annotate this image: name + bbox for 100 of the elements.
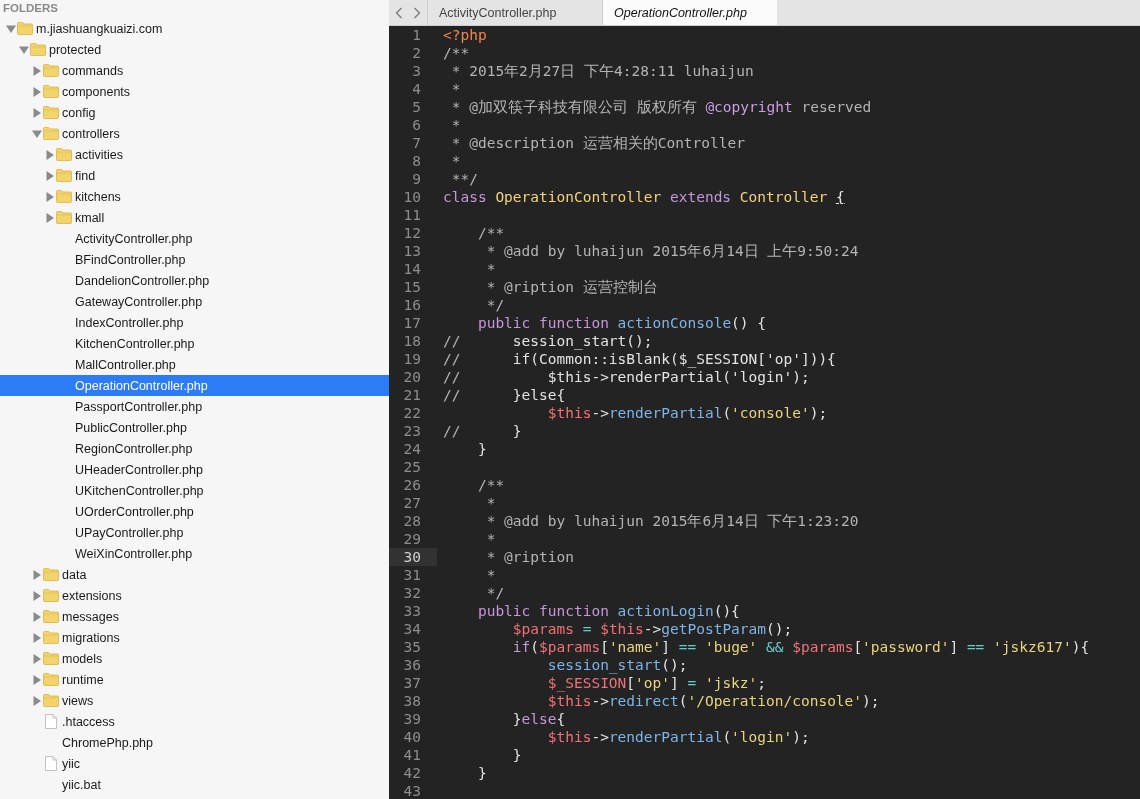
tree-item[interactable]: RegionController.php — [0, 438, 389, 459]
tree-item[interactable]: UHeaderController.php — [0, 459, 389, 480]
disclosure-right-icon[interactable] — [31, 653, 42, 664]
disclosure-right-icon[interactable] — [44, 170, 55, 181]
code-line: * — [450, 80, 461, 98]
line-number: 9 — [411, 170, 422, 188]
code-line: // session_start(); — [442, 332, 653, 350]
line-number: 16 — [402, 296, 422, 314]
file-icon — [45, 714, 57, 729]
tree-item[interactable]: KitchenController.php — [0, 333, 389, 354]
line-number: 40 — [402, 728, 422, 746]
forward-chevron-icon[interactable] — [413, 6, 421, 19]
line-number: 4 — [411, 80, 422, 98]
disclosure-right-icon[interactable] — [44, 149, 55, 160]
tree-item[interactable]: config — [0, 102, 389, 123]
tree-item[interactable]: models — [0, 648, 389, 669]
line-number: 8 — [411, 152, 422, 170]
line-number: 33 — [402, 602, 422, 620]
tree-item[interactable]: data — [0, 564, 389, 585]
tree-item[interactable]: messages — [0, 606, 389, 627]
line-number: 1 — [411, 26, 422, 44]
disclosure-right-icon[interactable] — [31, 107, 42, 118]
tree-item[interactable]: views — [0, 690, 389, 711]
disclosure-down-icon[interactable] — [31, 128, 42, 139]
back-chevron-icon[interactable] — [395, 6, 403, 19]
tree-item[interactable]: .htaccess — [0, 711, 389, 732]
tree-item[interactable]: MallController.php — [0, 354, 389, 375]
folder-icon — [43, 106, 59, 119]
line-number: 11 — [402, 206, 422, 224]
line-number: 30 — [389, 548, 437, 566]
code-line: * — [485, 260, 496, 278]
folder-icon — [43, 568, 59, 581]
disclosure-down-icon[interactable] — [5, 23, 16, 34]
line-number: 28 — [402, 512, 422, 530]
code-line: } — [511, 746, 522, 764]
tree-item[interactable]: DandelionController.php — [0, 270, 389, 291]
line-number: 18 — [402, 332, 422, 350]
tree-item[interactable]: GatewayController.php — [0, 291, 389, 312]
folder-icon — [56, 148, 72, 161]
disclosure-down-icon[interactable] — [18, 44, 29, 55]
line-number: 20 — [402, 368, 422, 386]
disclosure-right-icon[interactable] — [31, 611, 42, 622]
tree-item[interactable]: components — [0, 81, 389, 102]
tree-item[interactable]: controllers — [0, 123, 389, 144]
folder-icon — [56, 190, 72, 203]
tree-item[interactable]: m.jiashuangkuaizi.com — [0, 18, 389, 39]
tree-item[interactable]: PublicController.php — [0, 417, 389, 438]
folder-icon — [43, 652, 59, 665]
line-number: 38 — [402, 692, 422, 710]
folder-icon — [43, 589, 59, 602]
line-number: 42 — [402, 764, 422, 782]
folder-icon — [56, 169, 72, 182]
disclosure-right-icon[interactable] — [31, 674, 42, 685]
folder-icon — [43, 127, 59, 140]
line-number: 35 — [402, 638, 422, 656]
code-line: * @ription — [485, 548, 574, 566]
disclosure-right-icon[interactable] — [31, 632, 42, 643]
tree-item[interactable]: yiic.bat — [0, 774, 389, 795]
line-number: 3 — [411, 62, 422, 80]
tree-item[interactable]: protected — [0, 39, 389, 60]
disclosure-right-icon[interactable] — [44, 212, 55, 223]
tree-item[interactable]: kitchens — [0, 186, 389, 207]
line-number: 39 — [402, 710, 422, 728]
code-line: if($params['name'] == 'buge' && $params['password'] == 'jskz617'){ — [511, 638, 1090, 656]
disclosure-right-icon[interactable] — [31, 65, 42, 76]
code-line: * @加双筷子科技有限公司 版权所有 @copyright reserved — [450, 98, 872, 116]
tree-item[interactable]: UKitchenController.php — [0, 480, 389, 501]
file-tab[interactable]: OperationController.php — [602, 0, 777, 25]
tree-item[interactable]: migrations — [0, 627, 389, 648]
line-number: 6 — [411, 116, 422, 134]
tree-item[interactable]: OperationController.php — [0, 375, 389, 396]
disclosure-right-icon[interactable] — [31, 569, 42, 580]
tree-item[interactable]: find — [0, 165, 389, 186]
tree-item[interactable]: kmall — [0, 207, 389, 228]
tree-item[interactable]: extensions — [0, 585, 389, 606]
disclosure-right-icon[interactable] — [44, 191, 55, 202]
tree-item[interactable]: UOrderController.php — [0, 501, 389, 522]
tree-item[interactable]: yiic — [0, 753, 389, 774]
tree-item[interactable]: IndexController.php — [0, 312, 389, 333]
disclosure-right-icon[interactable] — [31, 590, 42, 601]
folder-icon — [43, 85, 59, 98]
code-line: /** — [476, 476, 505, 494]
tree-item[interactable]: activities — [0, 144, 389, 165]
code-line: /** — [442, 44, 470, 62]
tree-item[interactable]: WeiXinController.php — [0, 543, 389, 564]
code-line: /** — [476, 224, 505, 242]
tree-item[interactable]: commands — [0, 60, 389, 81]
tree-item[interactable]: PassportController.php — [0, 396, 389, 417]
code-line: $this->renderPartial('login'); — [546, 728, 810, 746]
folder-icon — [17, 22, 33, 35]
tree-item[interactable]: UPayController.php — [0, 522, 389, 543]
line-number: 10 — [402, 188, 422, 206]
disclosure-right-icon[interactable] — [31, 695, 42, 706]
tree-item[interactable]: ActivityController.php — [0, 228, 389, 249]
tree-item[interactable]: BFindController.php — [0, 249, 389, 270]
disclosure-right-icon[interactable] — [31, 86, 42, 97]
code-line: $params = $this->getPostParam(); — [511, 620, 793, 638]
code-line: public function actionConsole() { — [476, 314, 767, 332]
tree-item[interactable]: ChromePhp.php — [0, 732, 389, 753]
tree-item[interactable]: runtime — [0, 669, 389, 690]
